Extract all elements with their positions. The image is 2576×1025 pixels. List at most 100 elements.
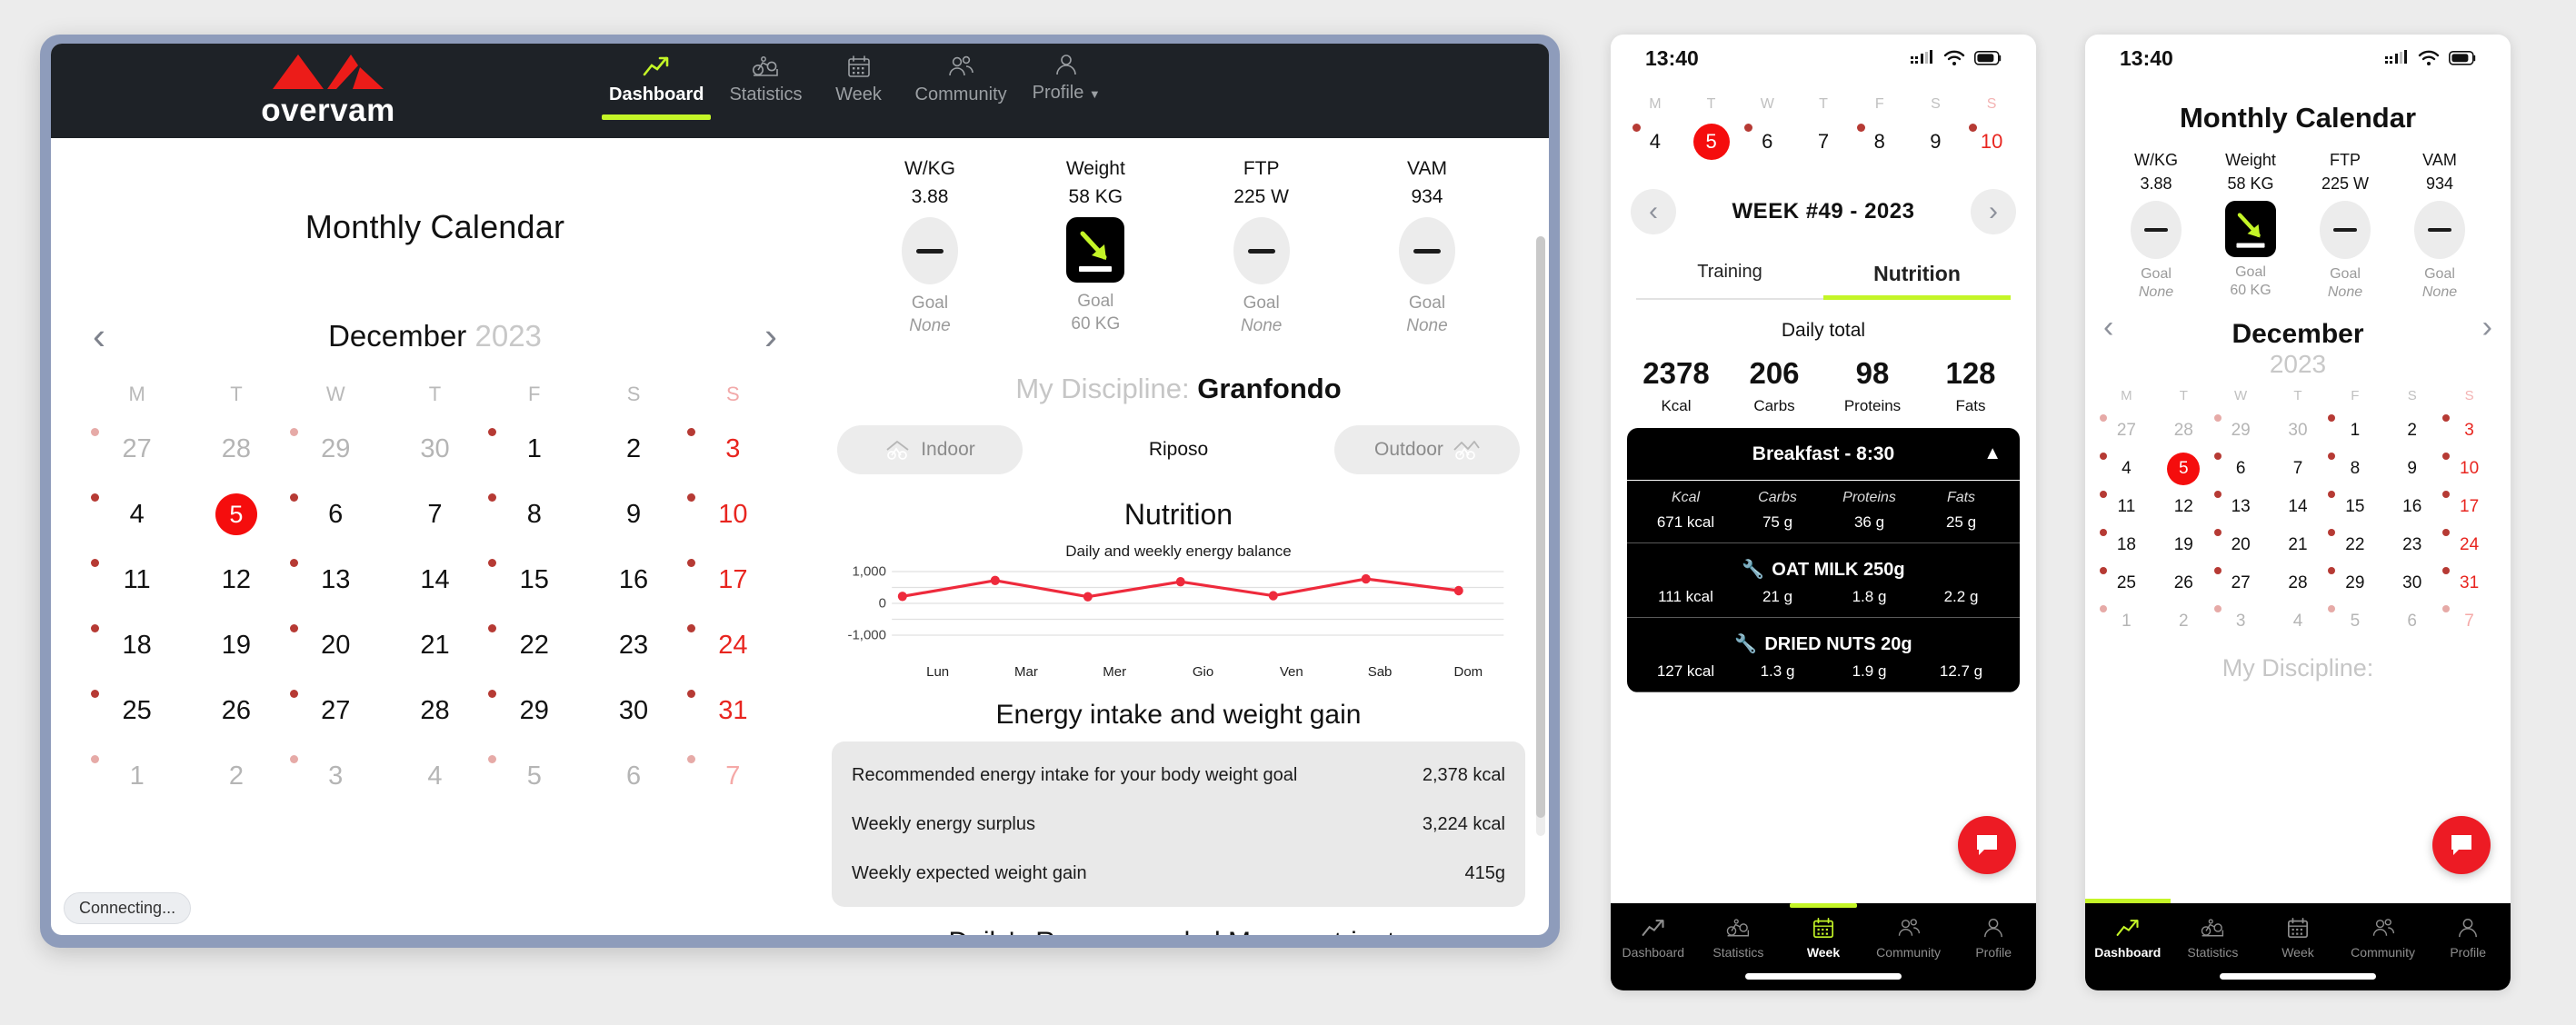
calendar-day-cell[interactable]: 28 bbox=[186, 421, 285, 477]
calendar-day-cell[interactable]: 6 bbox=[286, 486, 385, 542]
calendar-day-cell[interactable]: 7 bbox=[2270, 451, 2327, 487]
calendar-day-cell[interactable]: 5 bbox=[186, 486, 285, 542]
calendar-day-cell[interactable]: 14 bbox=[385, 552, 484, 608]
calendar-day-cell[interactable]: 26 bbox=[2155, 565, 2212, 602]
week-day-cell[interactable]: 10 bbox=[1963, 122, 2020, 162]
calendar-day-cell[interactable]: 3 bbox=[684, 421, 783, 477]
calendar-day-cell[interactable]: 8 bbox=[484, 486, 584, 542]
nav-item-statistics[interactable]: Statistics bbox=[716, 53, 814, 120]
calendar-day-cell[interactable]: 6 bbox=[2383, 603, 2441, 640]
calendar-day-cell[interactable]: 7 bbox=[684, 748, 783, 804]
calendar-day-cell[interactable]: 2 bbox=[2383, 413, 2441, 449]
chevron-left-icon[interactable]: ‹ bbox=[93, 317, 105, 355]
calendar-day-cell[interactable]: 9 bbox=[584, 486, 683, 542]
chevron-right-icon[interactable]: › bbox=[1971, 189, 2016, 234]
calendar-day-cell[interactable]: 23 bbox=[584, 617, 683, 673]
tabbar-item-week[interactable]: Week bbox=[1781, 903, 1866, 960]
calendar-day-cell[interactable]: 27 bbox=[2212, 565, 2270, 602]
calendar-day-cell[interactable]: 24 bbox=[2441, 527, 2498, 563]
calendar-day-cell[interactable]: 24 bbox=[684, 617, 783, 673]
calendar-day-cell[interactable]: 27 bbox=[87, 421, 186, 477]
calendar-day-cell[interactable]: 2 bbox=[2155, 603, 2212, 640]
calendar-day-cell[interactable]: 23 bbox=[2383, 527, 2441, 563]
calendar-day-cell[interactable]: 28 bbox=[2155, 413, 2212, 449]
calendar-day-cell[interactable]: 30 bbox=[584, 682, 683, 739]
calendar-day-cell[interactable]: 18 bbox=[87, 617, 186, 673]
calendar-day-cell[interactable]: 12 bbox=[186, 552, 285, 608]
calendar-day-cell[interactable]: 10 bbox=[2441, 451, 2498, 487]
calendar-day-cell[interactable]: 2 bbox=[186, 748, 285, 804]
week-day-cell[interactable]: 5 bbox=[1683, 122, 1740, 162]
tabbar-item-week[interactable]: Week bbox=[2255, 914, 2341, 960]
calendar-day-cell[interactable]: 26 bbox=[186, 682, 285, 739]
calendar-day-cell[interactable]: 4 bbox=[2270, 603, 2327, 640]
tab-nutrition[interactable]: Nutrition bbox=[1823, 262, 2011, 300]
calendar-day-cell[interactable]: 13 bbox=[286, 552, 385, 608]
nav-item-community[interactable]: Community bbox=[903, 53, 1020, 120]
scrollbar-thumb[interactable] bbox=[1536, 236, 1545, 818]
calendar-day-cell[interactable]: 5 bbox=[484, 748, 584, 804]
week-day-cell[interactable]: 7 bbox=[1795, 122, 1852, 162]
tabbar-item-statistics[interactable]: Statistics bbox=[2171, 914, 2256, 960]
calendar-day-cell[interactable]: 30 bbox=[2270, 413, 2327, 449]
chevron-right-icon[interactable]: › bbox=[2482, 310, 2492, 345]
calendar-day-cell[interactable]: 19 bbox=[186, 617, 285, 673]
brand-logo[interactable]: overvam bbox=[237, 55, 419, 129]
outdoor-button[interactable]: Outdoor bbox=[1334, 425, 1520, 474]
calendar-day-cell[interactable]: 15 bbox=[484, 552, 584, 608]
chevron-right-icon[interactable]: › bbox=[764, 317, 777, 355]
calendar-day-cell[interactable]: 12 bbox=[2155, 489, 2212, 525]
chat-fab-button[interactable] bbox=[1958, 816, 2016, 874]
tabbar-item-dashboard[interactable]: Dashboard bbox=[1611, 914, 1696, 960]
calendar-day-cell[interactable]: 4 bbox=[2098, 451, 2155, 487]
week-day-cell[interactable]: 4 bbox=[1627, 122, 1683, 162]
calendar-day-cell[interactable]: 31 bbox=[2441, 565, 2498, 602]
calendar-day-cell[interactable]: 1 bbox=[2326, 413, 2383, 449]
week-day-cell[interactable]: 6 bbox=[1739, 122, 1795, 162]
calendar-day-cell[interactable]: 1 bbox=[484, 421, 584, 477]
calendar-day-cell[interactable]: 8 bbox=[2326, 451, 2383, 487]
chevron-left-icon[interactable]: ‹ bbox=[2103, 310, 2113, 345]
calendar-day-cell[interactable]: 9 bbox=[2383, 451, 2441, 487]
calendar-day-cell[interactable]: 20 bbox=[2212, 527, 2270, 563]
chat-fab-button[interactable] bbox=[2432, 816, 2491, 874]
calendar-day-cell[interactable]: 25 bbox=[2098, 565, 2155, 602]
calendar-day-cell[interactable]: 10 bbox=[684, 486, 783, 542]
nav-item-profile[interactable]: Profile ▼ bbox=[1020, 51, 1113, 120]
tabbar-item-statistics[interactable]: Statistics bbox=[1696, 914, 1782, 960]
tabbar-item-community[interactable]: Community bbox=[1866, 914, 1952, 960]
calendar-day-cell[interactable]: 16 bbox=[2383, 489, 2441, 525]
calendar-day-cell[interactable]: 1 bbox=[2098, 603, 2155, 640]
chevron-left-icon[interactable]: ‹ bbox=[1631, 189, 1676, 234]
calendar-day-cell[interactable]: 6 bbox=[2212, 451, 2270, 487]
calendar-day-cell[interactable]: 7 bbox=[2441, 603, 2498, 640]
nav-item-dashboard[interactable]: Dashboard bbox=[596, 53, 716, 120]
tabbar-item-dashboard[interactable]: Dashboard bbox=[2085, 914, 2171, 960]
calendar-day-cell[interactable]: 7 bbox=[385, 486, 484, 542]
week-day-cell[interactable]: 9 bbox=[1908, 122, 1964, 162]
calendar-day-cell[interactable]: 28 bbox=[385, 682, 484, 739]
triangle-up-icon[interactable]: ▲ bbox=[1983, 443, 2002, 464]
tabbar-item-profile[interactable]: Profile bbox=[2425, 914, 2511, 960]
calendar-day-cell[interactable]: 22 bbox=[484, 617, 584, 673]
calendar-day-cell[interactable]: 18 bbox=[2098, 527, 2155, 563]
calendar-day-cell[interactable]: 2 bbox=[584, 421, 683, 477]
calendar-day-cell[interactable]: 6 bbox=[584, 748, 683, 804]
calendar-day-cell[interactable]: 21 bbox=[2270, 527, 2327, 563]
tabbar-item-community[interactable]: Community bbox=[2341, 914, 2426, 960]
calendar-day-cell[interactable]: 17 bbox=[2441, 489, 2498, 525]
calendar-day-cell[interactable]: 29 bbox=[286, 421, 385, 477]
calendar-day-cell[interactable]: 17 bbox=[684, 552, 783, 608]
tabbar-item-profile[interactable]: Profile bbox=[1951, 914, 2036, 960]
calendar-day-cell[interactable]: 11 bbox=[2098, 489, 2155, 525]
calendar-day-cell[interactable]: 3 bbox=[2212, 603, 2270, 640]
calendar-day-cell[interactable]: 14 bbox=[2270, 489, 2327, 525]
calendar-day-cell[interactable]: 3 bbox=[2441, 413, 2498, 449]
calendar-day-cell[interactable]: 20 bbox=[286, 617, 385, 673]
calendar-day-cell[interactable]: 27 bbox=[2098, 413, 2155, 449]
nav-item-week[interactable]: Week bbox=[815, 53, 903, 120]
calendar-day-cell[interactable]: 5 bbox=[2155, 451, 2212, 487]
calendar-day-cell[interactable]: 13 bbox=[2212, 489, 2270, 525]
calendar-day-cell[interactable]: 1 bbox=[87, 748, 186, 804]
meal-item-name[interactable]: 🔧 DRIED NUTS 20g bbox=[1627, 618, 2020, 659]
